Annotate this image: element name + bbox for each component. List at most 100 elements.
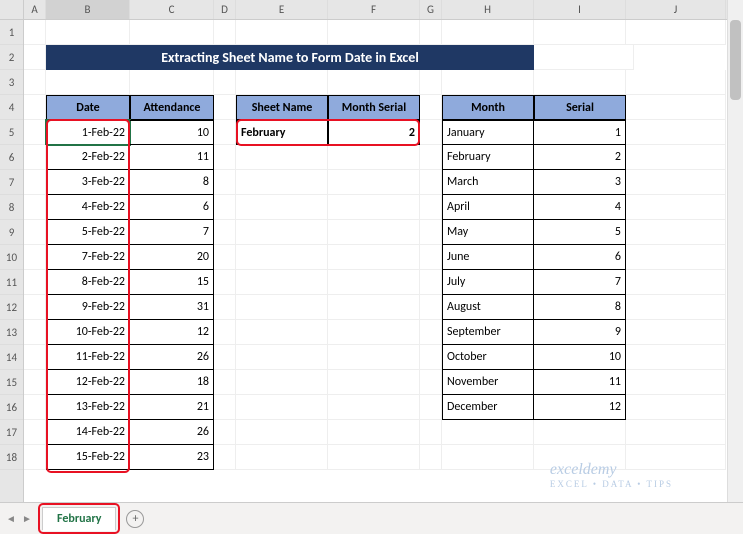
col-header[interactable]: D (214, 0, 236, 19)
cell[interactable] (214, 170, 236, 195)
cell[interactable] (46, 70, 130, 95)
month-cell[interactable]: November (442, 370, 534, 395)
row-header[interactable]: 7 (0, 170, 23, 195)
cell[interactable] (626, 370, 726, 395)
cell[interactable] (214, 220, 236, 245)
cell[interactable] (24, 370, 46, 395)
cell[interactable] (214, 245, 236, 270)
cell[interactable] (130, 20, 214, 45)
cell[interactable] (420, 395, 442, 420)
monthserial-value[interactable]: 2 (328, 120, 420, 145)
attendance-cell[interactable]: 15 (130, 270, 214, 295)
cell[interactable] (24, 70, 46, 95)
cell[interactable] (442, 70, 534, 95)
row-header[interactable]: 1 (0, 20, 23, 45)
date-cell[interactable]: 1-Feb-22 (46, 120, 130, 145)
cell[interactable] (420, 445, 442, 470)
row-header[interactable]: 17 (0, 420, 23, 445)
row-header[interactable]: 18 (0, 445, 23, 470)
cell[interactable] (24, 245, 46, 270)
serial-cell[interactable]: 6 (534, 245, 626, 270)
col-header[interactable]: E (236, 0, 328, 19)
attendance-cell[interactable]: 23 (130, 445, 214, 470)
cell[interactable] (420, 370, 442, 395)
attendance-cell[interactable]: 11 (130, 145, 214, 170)
date-cell[interactable]: 10-Feb-22 (46, 320, 130, 345)
cell[interactable] (236, 420, 328, 445)
cell[interactable] (626, 270, 726, 295)
month-cell[interactable]: February (442, 145, 534, 170)
attendance-cell[interactable]: 7 (130, 220, 214, 245)
cell[interactable] (236, 220, 328, 245)
col-header[interactable]: B (46, 0, 130, 19)
cell[interactable] (328, 245, 420, 270)
row-header[interactable]: 15 (0, 370, 23, 395)
vertical-scrollbar[interactable] (727, 0, 743, 502)
cell[interactable] (420, 270, 442, 295)
cell[interactable] (24, 195, 46, 220)
cell[interactable] (420, 320, 442, 345)
date-cell[interactable]: 3-Feb-22 (46, 170, 130, 195)
cell[interactable] (214, 445, 236, 470)
cell[interactable] (24, 270, 46, 295)
cell[interactable] (328, 345, 420, 370)
title-banner[interactable]: Extracting Sheet Name to Form Date in Ex… (46, 45, 534, 70)
date-cell[interactable]: 12-Feb-22 (46, 370, 130, 395)
month-cell[interactable]: July (442, 270, 534, 295)
cell[interactable] (24, 220, 46, 245)
cell[interactable] (534, 45, 634, 70)
cell[interactable] (420, 195, 442, 220)
serial-cell[interactable]: 2 (534, 145, 626, 170)
cell[interactable] (626, 195, 726, 220)
cell[interactable] (214, 295, 236, 320)
date-cell[interactable]: 8-Feb-22 (46, 270, 130, 295)
cell[interactable] (420, 20, 442, 45)
cell[interactable] (24, 145, 46, 170)
cell[interactable] (236, 270, 328, 295)
cell[interactable] (214, 370, 236, 395)
cell[interactable] (236, 245, 328, 270)
cell[interactable] (420, 120, 442, 145)
attendance-cell[interactable]: 26 (130, 345, 214, 370)
cell[interactable] (626, 295, 726, 320)
cell[interactable] (328, 320, 420, 345)
cell[interactable] (214, 320, 236, 345)
add-sheet-button[interactable]: + (126, 510, 144, 528)
cell[interactable] (24, 20, 46, 45)
col-header[interactable]: G (420, 0, 442, 19)
row-header[interactable]: 9 (0, 220, 23, 245)
cell[interactable] (420, 245, 442, 270)
serial-cell[interactable]: 12 (534, 395, 626, 420)
sheet-tab-active[interactable]: February (42, 507, 116, 530)
cell[interactable] (24, 420, 46, 445)
attendance-cell[interactable]: 6 (130, 195, 214, 220)
cell[interactable] (328, 70, 420, 95)
cell[interactable] (442, 420, 534, 445)
cell[interactable] (236, 145, 328, 170)
serial-cell[interactable]: 10 (534, 345, 626, 370)
serial-cell[interactable]: 1 (534, 120, 626, 145)
cell[interactable] (328, 20, 420, 45)
cell[interactable] (328, 370, 420, 395)
cell[interactable] (214, 70, 236, 95)
serial-cell[interactable]: 5 (534, 220, 626, 245)
col-header[interactable]: A (24, 0, 46, 19)
row-header[interactable]: 14 (0, 345, 23, 370)
cell[interactable] (24, 345, 46, 370)
month-cell[interactable]: January (442, 120, 534, 145)
month-cell[interactable]: April (442, 195, 534, 220)
cell[interactable] (420, 95, 442, 120)
cell[interactable] (626, 70, 726, 95)
cell[interactable] (420, 170, 442, 195)
select-all-corner[interactable] (0, 0, 23, 20)
month-cell[interactable]: October (442, 345, 534, 370)
row-header[interactable]: 2 (0, 45, 23, 70)
date-cell[interactable]: 5-Feb-22 (46, 220, 130, 245)
cell[interactable] (626, 320, 726, 345)
attendance-cell[interactable]: 18 (130, 370, 214, 395)
col-header[interactable]: H (442, 0, 534, 19)
month-cell[interactable]: September (442, 320, 534, 345)
attendance-cell[interactable]: 31 (130, 295, 214, 320)
col-header[interactable]: F (328, 0, 420, 19)
cell[interactable] (24, 95, 46, 120)
